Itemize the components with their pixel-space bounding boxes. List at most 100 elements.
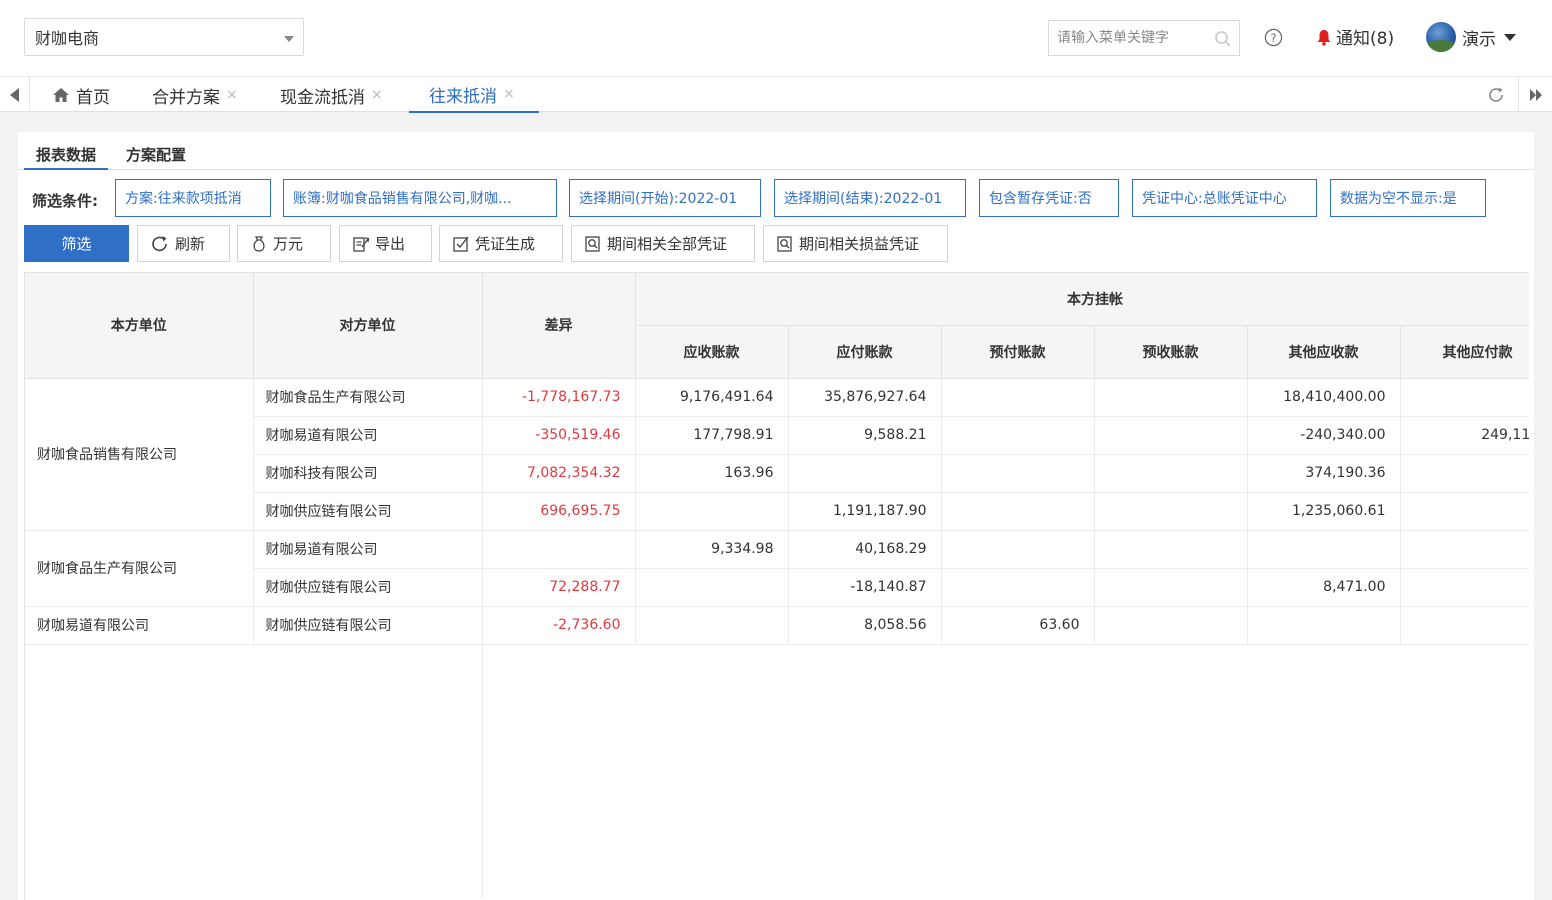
value-cell: [1094, 568, 1248, 607]
search-icon[interactable]: [1214, 30, 1232, 48]
filter-chip-hide-empty[interactable]: 数据为空不显示:是: [1330, 179, 1486, 217]
search-document-icon: [777, 235, 792, 252]
tab-label: 合并方案: [152, 87, 220, 108]
counter-unit-cell: 财咖易道有限公司: [253, 416, 483, 455]
value-cell: [1400, 492, 1529, 531]
filter-button[interactable]: 筛选: [24, 225, 129, 262]
value-cell: [635, 606, 789, 645]
value-cell: [1247, 530, 1401, 569]
diff-cell: 696,695.75: [482, 492, 636, 531]
tab-label: 往来抵消: [429, 86, 497, 107]
filter-chip-plan[interactable]: 方案:往来款项抵消: [115, 179, 271, 217]
subtab-report-data[interactable]: 报表数据: [24, 140, 109, 170]
value-cell: [1400, 454, 1529, 493]
notification-label: 通知(8): [1336, 29, 1395, 49]
value-cell: 8,058.56: [788, 606, 942, 645]
counter-unit-cell: 财咖供应链有限公司: [253, 492, 483, 531]
col-header-receivable[interactable]: 应收账款: [635, 325, 789, 379]
value-cell: [1094, 454, 1248, 493]
value-cell: [1094, 416, 1248, 455]
value-cell: [1400, 378, 1529, 417]
close-icon[interactable]: ×: [371, 87, 383, 103]
tab-current-offset[interactable]: 往来抵消 ×: [409, 77, 539, 113]
report-panel: 报表数据 方案配置 筛选条件: 方案:往来款项抵消 账簿:财咖食品销售有限公司,…: [18, 132, 1534, 900]
tab-scroll-right-button[interactable]: [1518, 77, 1552, 113]
tab-label: 现金流抵消: [280, 87, 365, 108]
period-pl-vouchers-label: 期间相关损益凭证: [799, 235, 920, 253]
table-row[interactable]: 财咖食品销售有限公司 财咖食品生产有限公司 -1,778,167.73 9,17…: [25, 378, 1529, 531]
filter-chip-voucher-center[interactable]: 凭证中心:总账凭证中心: [1132, 179, 1317, 217]
col-header-own-unit[interactable]: 本方单位: [25, 273, 254, 379]
refresh-icon[interactable]: [1486, 85, 1506, 105]
tab-cashflow-offset[interactable]: 现金流抵消 ×: [280, 77, 383, 113]
voucher-generate-button[interactable]: 凭证生成: [439, 225, 563, 262]
value-cell: [1094, 492, 1248, 531]
tab-merge-plan[interactable]: 合并方案 ×: [152, 77, 238, 113]
col-header-advance-received[interactable]: 预收账款: [1094, 325, 1248, 379]
period-all-vouchers-button[interactable]: 期间相关全部凭证: [571, 225, 755, 262]
col-header-group-own-ledger: 本方挂帐: [635, 273, 1529, 326]
refresh-icon: [152, 235, 167, 251]
filter-chip-period-start[interactable]: 选择期间(开始):2022-01: [569, 179, 761, 217]
col-header-prepaid[interactable]: 预付账款: [941, 325, 1095, 379]
own-unit-cell: 财咖食品销售有限公司: [25, 378, 254, 531]
close-icon[interactable]: ×: [503, 86, 515, 102]
export-icon: [353, 236, 370, 252]
refresh-button[interactable]: 刷新: [137, 225, 230, 262]
notification-link[interactable]: 通知(8): [1315, 24, 1394, 49]
filter-chip-draft[interactable]: 包含暂存凭证:否: [979, 179, 1119, 217]
wan-yuan-button[interactable]: 万元: [237, 225, 331, 262]
chevron-down-icon: [284, 36, 294, 42]
export-button[interactable]: 导出: [339, 225, 432, 262]
wan-yuan-label: 万元: [273, 235, 304, 253]
period-pl-vouchers-button[interactable]: 期间相关损益凭证: [763, 225, 948, 262]
table-row[interactable]: 财咖易道有限公司 财咖供应链有限公司 -2,736.60 8,058.56 63…: [25, 606, 1529, 645]
diff-cell: -2,736.60: [482, 606, 636, 645]
counter-unit-cell: 财咖供应链有限公司: [253, 606, 483, 645]
value-cell: 374,190.36: [1247, 454, 1401, 493]
value-cell: 63.60: [941, 606, 1095, 645]
diff-cell: [482, 530, 636, 569]
col-header-other-payable[interactable]: 其他应付款: [1400, 325, 1529, 379]
diff-cell: 72,288.77: [482, 568, 636, 607]
help-icon[interactable]: ?: [1264, 28, 1283, 47]
value-cell: [1094, 606, 1248, 645]
diff-cell: -1,778,167.73: [482, 378, 636, 417]
search-document-icon: [585, 235, 600, 252]
value-cell: [1094, 530, 1248, 569]
page-tab-bar: 首页 合并方案 × 现金流抵消 × 往来抵消 ×: [0, 76, 1552, 113]
checkbox-edit-icon: [453, 236, 469, 252]
value-cell: [941, 568, 1095, 607]
value-cell: 9,588.21: [788, 416, 942, 455]
value-cell: 9,176,491.64: [635, 378, 789, 417]
value-cell: [941, 378, 1095, 417]
close-icon[interactable]: ×: [226, 87, 238, 103]
refresh-label: 刷新: [175, 235, 206, 253]
col-header-payable[interactable]: 应付账款: [788, 325, 942, 379]
filter-chip-period-end[interactable]: 选择期间(结束):2022-01: [774, 179, 966, 217]
value-cell: 40,168.29: [788, 530, 942, 569]
counter-unit-cell: 财咖供应链有限公司: [253, 568, 483, 607]
value-cell: [1400, 530, 1529, 569]
col-header-counter-unit[interactable]: 对方单位: [253, 273, 483, 379]
table-empty-area: [25, 644, 1529, 898]
value-cell: -18,140.87: [788, 568, 942, 607]
company-select[interactable]: 财咖电商: [24, 18, 304, 56]
menu-search-input[interactable]: [1057, 30, 1207, 46]
col-header-other-receivable[interactable]: 其他应收款: [1247, 325, 1401, 379]
tab-scroll-left-button[interactable]: [0, 77, 30, 113]
subtab-plan-config[interactable]: 方案配置: [114, 140, 198, 170]
col-header-diff[interactable]: 差异: [482, 273, 636, 379]
table-row[interactable]: 财咖食品生产有限公司 财咖易道有限公司 9,334.98 40,168.29: [25, 530, 1529, 607]
counter-unit-cell: 财咖食品生产有限公司: [253, 378, 483, 417]
filter-chip-ledger[interactable]: 账簿:财咖食品销售有限公司,财咖...: [283, 179, 557, 217]
money-bag-icon: [253, 235, 265, 252]
diff-cell: 7,082,354.32: [482, 454, 636, 493]
tab-home[interactable]: 首页: [52, 77, 110, 113]
bell-icon: [1317, 29, 1331, 46]
user-menu[interactable]: 演示: [1426, 22, 1516, 52]
top-header: 财咖电商 ? 通知(8) 演示: [0, 0, 1552, 76]
period-all-vouchers-label: 期间相关全部凭证: [607, 235, 728, 253]
value-cell: [941, 454, 1095, 493]
menu-search[interactable]: [1048, 20, 1240, 56]
